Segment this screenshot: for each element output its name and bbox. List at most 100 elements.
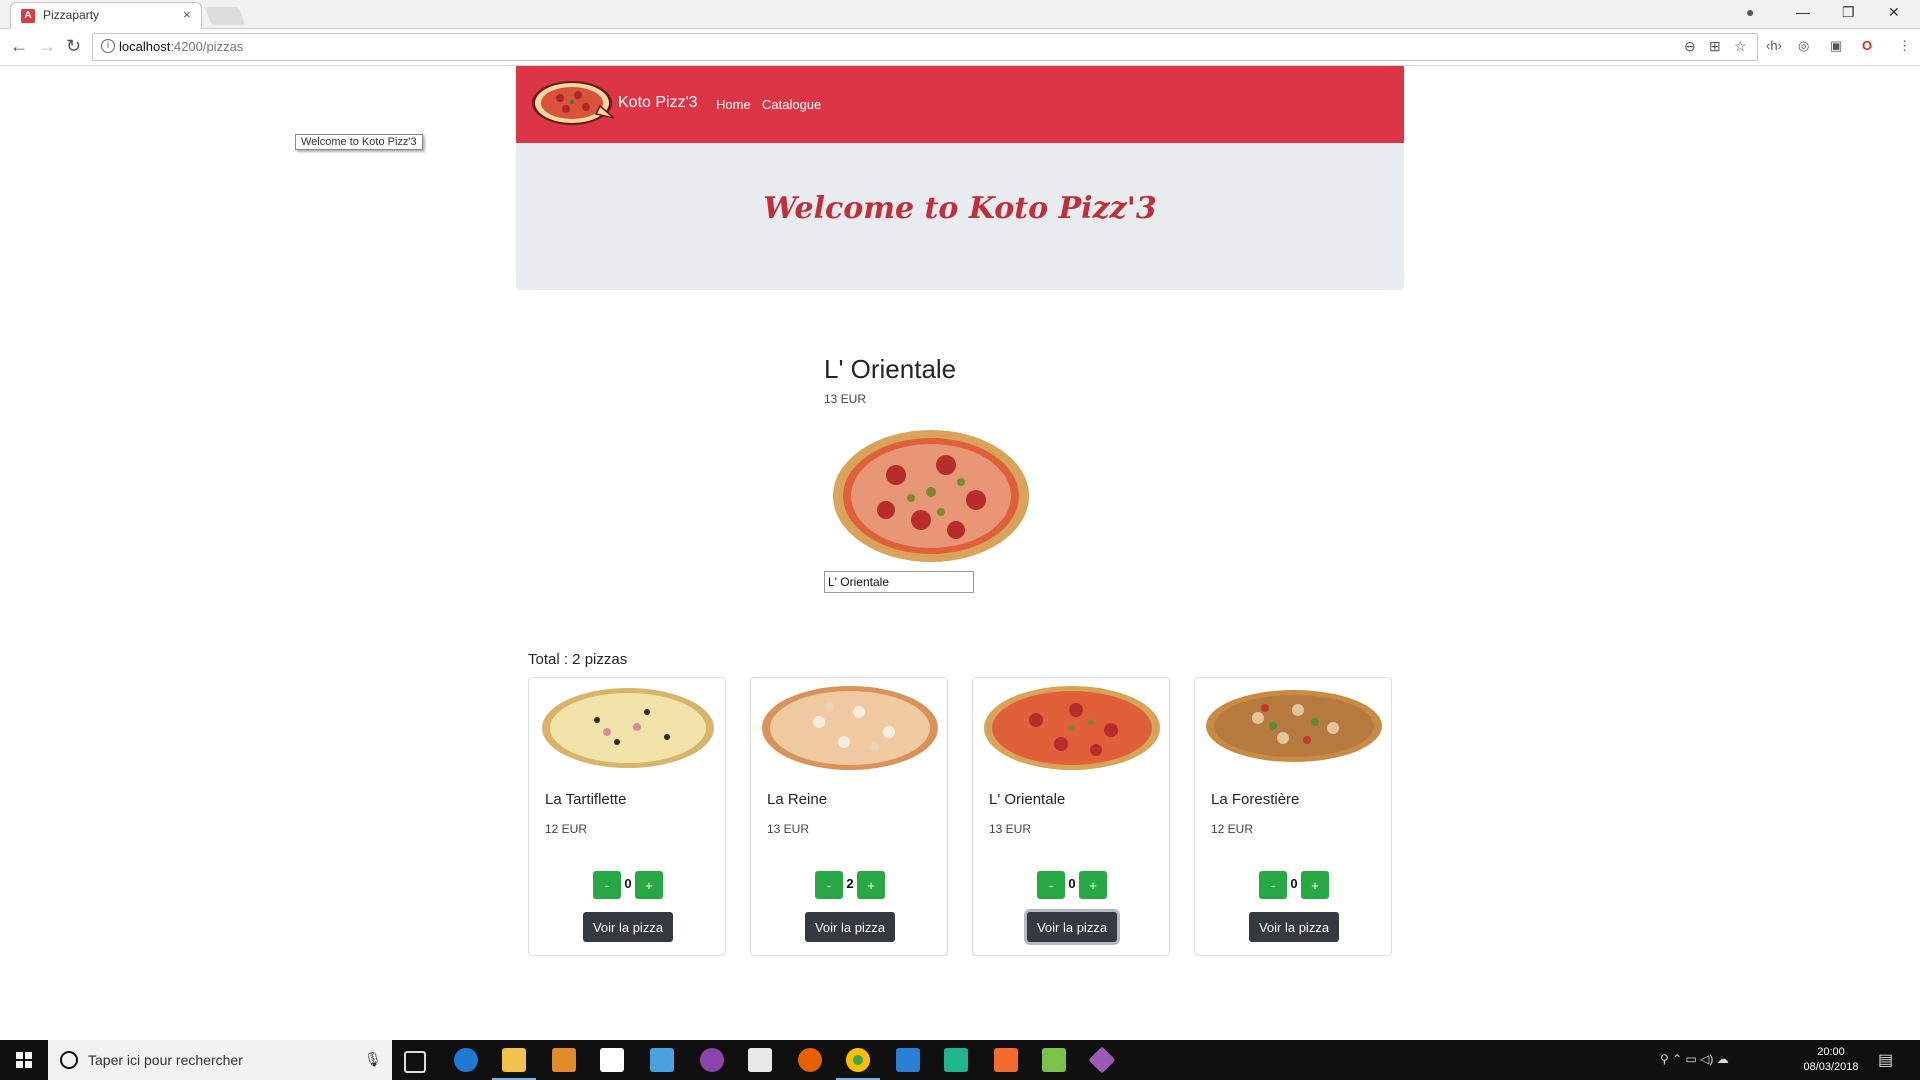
quantity-stepper: - 0 + [1195,871,1393,899]
detail-pizza-price: 13 EUR [824,392,867,406]
navbar: Koto Pizz'3 Home Catalogue [516,66,1404,143]
increment-button[interactable]: + [1301,871,1329,899]
detail-pizza-name: L' Orientale [824,354,957,384]
minimize-icon[interactable]: — [1796,4,1810,20]
quantity-stepper: - 0 + [529,871,727,899]
tab-title: Pizzaparty [43,8,100,22]
search-placeholder: Taper ici pour rechercher [88,1052,243,1068]
window-close-icon[interactable]: ✕ [1888,4,1900,21]
increment-button[interactable]: + [857,871,885,899]
angular-icon: A [21,9,35,23]
notepad-icon[interactable] [1042,1048,1066,1072]
back-icon[interactable]: ← [10,36,28,57]
quantity-value: 0 [1068,876,1076,891]
pizza-name-input[interactable] [824,571,974,593]
windows-start-icon[interactable] [0,1040,48,1080]
notification-icon[interactable]: ▤ [1878,1050,1893,1070]
extension-screen-icon[interactable]: ▣ [1830,38,1842,54]
microphone-icon[interactable]: 🎙 [364,1051,382,1068]
sublime-icon[interactable] [552,1048,576,1072]
address-bar[interactable]: i localhost:4200/pizzas [92,33,1758,61]
pizza-orientale-image [833,430,1029,562]
extension-gear-icon[interactable]: ◎ [1798,38,1809,54]
pizza-forestiere-image [1206,690,1382,762]
pizza-tartiflette-image [542,688,714,768]
app-orange-icon[interactable] [994,1048,1018,1072]
mail-icon[interactable] [748,1048,772,1072]
gitkraken-icon[interactable] [1088,1046,1116,1074]
browser-tab[interactable]: A Pizzaparty × [10,2,202,29]
pizza-card: La Forestière 12 EUR - 0 + Voir la pizza [1194,677,1392,956]
clock[interactable]: 20:00 08/03/2018 [1796,1045,1866,1075]
pizza-price: 12 EUR [1211,822,1254,836]
tab-strip [0,0,1920,29]
tab-close-icon[interactable]: × [183,7,191,22]
pizza-reine-image [762,686,938,770]
url-path: :4200/pizzas [170,39,244,54]
nav-home[interactable]: Home [716,97,751,112]
nav-catalogue[interactable]: Catalogue [762,97,821,112]
info-icon[interactable]: i [101,39,115,53]
pizza-name: La Tartiflette [545,791,627,808]
quantity-stepper: - 2 + [751,871,949,899]
system-tray[interactable]: ⚲ ⌃ ▭ ◁) ☁ [1660,1052,1729,1066]
network-app-icon[interactable] [650,1048,674,1072]
clock-time: 20:00 [1817,1046,1845,1058]
edge-icon[interactable] [454,1048,478,1072]
url-host: localhost [119,39,171,54]
total-count: Total : 2 pizzas [528,651,628,668]
jumbotron: Welcome to Koto Pizz'3 [516,143,1404,290]
decrement-button[interactable]: - [593,871,621,899]
bookmark-star-icon[interactable]: ☆ [1734,38,1747,55]
app-purple-icon[interactable] [700,1048,724,1072]
quantity-stepper: - 0 + [973,871,1171,899]
tooltip: Welcome to Koto Pizz'3 [295,134,423,150]
view-pizza-button[interactable]: Voir la pizza [1027,912,1117,942]
pizza-price: 13 EUR [767,822,810,836]
store-icon[interactable] [600,1048,624,1072]
profile-icon[interactable]: ● [1746,4,1754,20]
pizza-card: L' Orientale 13 EUR - 0 + Voir la pizza [972,677,1170,956]
view-pizza-button[interactable]: Voir la pizza [1249,912,1339,942]
taskbar: Taper ici pour rechercher 🎙 ⚲ ⌃ ▭ ◁) ☁ 2… [0,1040,1920,1080]
decrement-button[interactable]: - [1259,871,1287,899]
maximize-icon[interactable]: ❐ [1842,4,1855,21]
view-pizza-button[interactable]: Voir la pizza [583,912,673,942]
page-title: Welcome to Koto Pizz'3 [763,191,1157,226]
increment-button[interactable]: + [635,871,663,899]
task-view-icon[interactable] [404,1051,426,1073]
chrome-icon[interactable] [836,1048,880,1080]
menu-icon[interactable]: ⋮ [1898,38,1911,54]
url-text[interactable]: localhost:4200/pizzas [119,39,243,54]
firefox-icon[interactable] [798,1048,822,1072]
cortana-icon[interactable] [60,1051,78,1069]
pizza-card: La Tartiflette 12 EUR - 0 + Voir la pizz… [528,677,726,956]
pizza-price: 12 EUR [545,822,588,836]
translate-icon[interactable]: ⊞ [1709,38,1721,55]
pizza-name: La Reine [767,791,828,808]
zoom-icon[interactable]: ⊖ [1684,38,1696,55]
pizza-card: La Reine 13 EUR - 2 + Voir la pizza [750,677,948,956]
pizza-name: La Forestière [1211,791,1300,808]
taskbar-search-box[interactable]: Taper ici pour rechercher 🎙 [48,1040,392,1080]
pizza-name: L' Orientale [989,791,1066,808]
decrement-button[interactable]: - [1037,871,1065,899]
webstorm-icon[interactable] [944,1048,968,1072]
decrement-button[interactable]: - [815,871,843,899]
pizza-price: 13 EUR [989,822,1032,836]
extension-h-icon[interactable]: ‹h› [1766,38,1782,53]
vscode-icon[interactable] [896,1048,920,1072]
reload-icon[interactable]: ↻ [66,36,81,57]
file-explorer-icon[interactable] [492,1048,536,1080]
brand-name[interactable]: Koto Pizz'3 [618,94,698,112]
pizza-logo-icon[interactable] [530,78,614,128]
quantity-value: 2 [846,876,854,891]
new-tab-button[interactable] [204,7,246,25]
quantity-value: 0 [624,876,632,891]
forward-icon[interactable]: → [38,36,56,57]
quantity-value: 0 [1290,876,1298,891]
increment-button[interactable]: + [1079,871,1107,899]
pizza-orientale-image [984,686,1160,770]
opera-icon[interactable]: O [1862,38,1872,53]
view-pizza-button[interactable]: Voir la pizza [805,912,895,942]
